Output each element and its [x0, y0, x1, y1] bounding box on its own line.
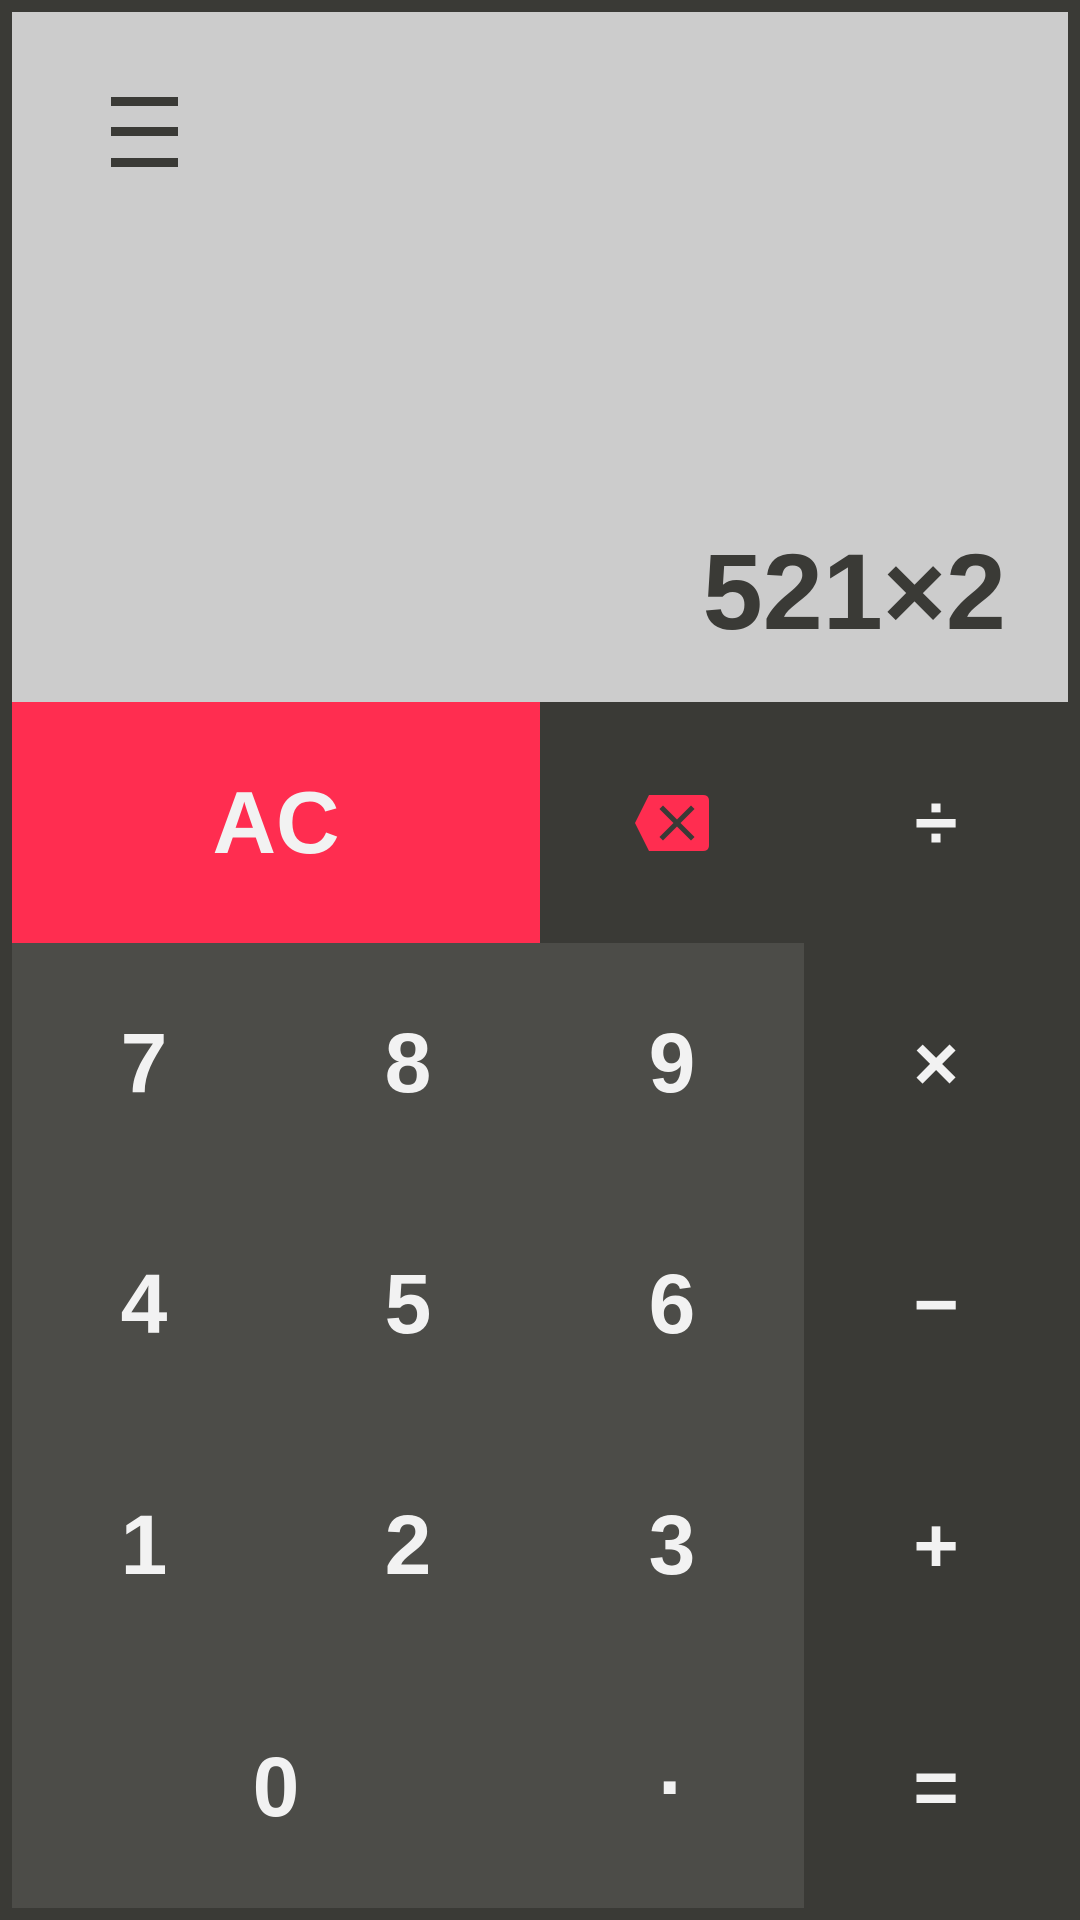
backspace-button[interactable]: [540, 702, 804, 943]
digit-4-button[interactable]: 4: [12, 1184, 276, 1425]
digit-7-button[interactable]: 7: [12, 943, 276, 1184]
digit-0-button[interactable]: 0: [12, 1666, 540, 1908]
clear-button[interactable]: AC: [12, 702, 540, 943]
digit-9-button[interactable]: 9: [540, 943, 804, 1184]
add-button[interactable]: +: [804, 1425, 1068, 1666]
digit-3-button[interactable]: 3: [540, 1425, 804, 1666]
subtract-button[interactable]: −: [804, 1184, 1068, 1425]
menu-icon[interactable]: [111, 97, 178, 167]
decimal-button[interactable]: ·: [540, 1666, 804, 1908]
digit-5-button[interactable]: 5: [276, 1184, 540, 1425]
expression-display: 521×2: [702, 531, 1006, 652]
equals-button[interactable]: =: [804, 1666, 1068, 1908]
backspace-icon: [635, 794, 709, 851]
digit-1-button[interactable]: 1: [12, 1425, 276, 1666]
display-panel: 521×2: [12, 12, 1068, 702]
divide-button[interactable]: ÷: [804, 702, 1068, 943]
multiply-button[interactable]: ×: [804, 943, 1068, 1184]
digit-6-button[interactable]: 6: [540, 1184, 804, 1425]
digit-2-button[interactable]: 2: [276, 1425, 540, 1666]
digit-8-button[interactable]: 8: [276, 943, 540, 1184]
